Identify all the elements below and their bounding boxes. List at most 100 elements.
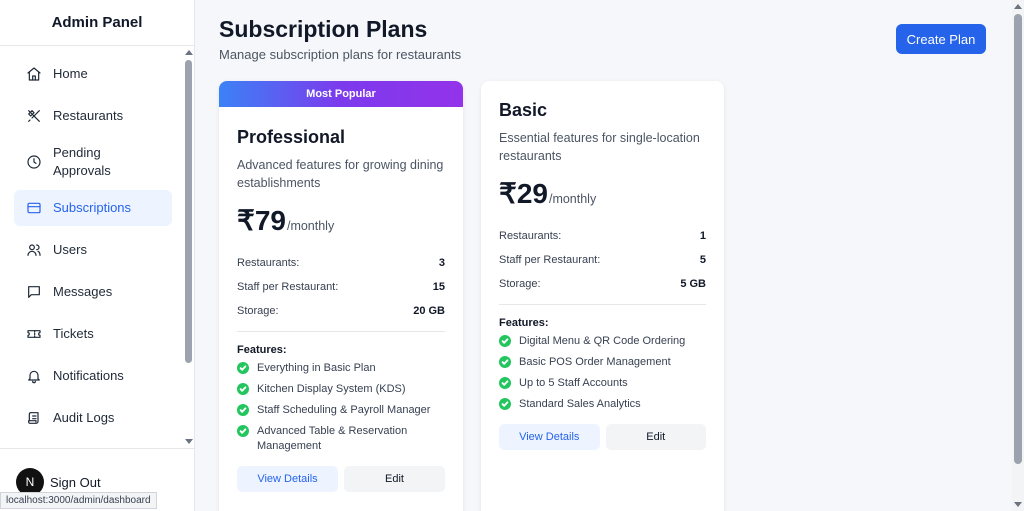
scroll-down-arrow-icon[interactable]: [185, 439, 193, 444]
feature-text: Digital Menu & QR Code Ordering: [519, 335, 686, 347]
page-scrollbar[interactable]: [1012, 0, 1024, 511]
plan-card-basic: Basic Essential features for single-loca…: [481, 81, 724, 511]
check-circle-icon: [237, 383, 249, 395]
feature-list: Everything in Basic Plan Kitchen Display…: [237, 361, 445, 454]
price-row: ₹79 /monthly: [237, 204, 445, 237]
most-popular-badge: Most Popular: [219, 81, 463, 107]
sign-out-label: Sign Out: [50, 474, 101, 490]
sidebar-item-users[interactable]: Users: [14, 232, 172, 268]
spec-label: Storage:: [237, 305, 279, 317]
utensils-icon: [25, 107, 43, 125]
bell-icon: [25, 367, 43, 385]
sidebar-item-messages[interactable]: Messages: [14, 274, 172, 310]
features-title: Features:: [499, 317, 549, 329]
sidebar-item-label: Home: [53, 66, 88, 81]
page-scroll-thumb[interactable]: [1014, 14, 1022, 464]
feature-text: Kitchen Display System (KDS): [257, 383, 406, 395]
spec-value: 5: [699, 254, 706, 266]
check-circle-icon: [499, 356, 511, 368]
feature-text: Staff Scheduling & Payroll Manager: [257, 404, 431, 416]
sidebar-item-label: Pending Approvals: [53, 145, 111, 178]
spec-label: Staff per Restaurant:: [499, 254, 601, 266]
scroll-down-arrow-icon[interactable]: [1014, 502, 1022, 507]
sidebar-item-home[interactable]: Home: [14, 56, 172, 92]
spec-value: 5 GB: [680, 278, 706, 290]
clock-icon: [25, 153, 43, 171]
plan-card-professional: Most Popular Professional Advanced featu…: [219, 81, 463, 511]
sidebar-nav: Home Restaurants Pending Approvals Subsc…: [14, 56, 172, 442]
sidebar-item-audit-logs[interactable]: Audit Logs: [14, 400, 172, 436]
spec-row: Storage: 5 GB: [499, 272, 706, 296]
feature-list: Digital Menu & QR Code Ordering Basic PO…: [499, 334, 706, 412]
plan-specs: Restaurants: 3 Staff per Restaurant: 15 …: [237, 251, 445, 323]
credit-card-icon: [25, 199, 43, 217]
spec-row: Restaurants: 3: [237, 251, 445, 275]
divider: [499, 304, 706, 305]
check-circle-icon: [499, 398, 511, 410]
sidebar-scrollbar[interactable]: [184, 48, 194, 446]
spec-value: 20 GB: [413, 305, 445, 317]
plan-period: /monthly: [548, 192, 597, 206]
plan-period: /monthly: [286, 219, 335, 233]
plan-name: Professional: [237, 127, 346, 147]
home-icon: [25, 65, 43, 83]
sidebar-item-subscriptions[interactable]: Subscriptions: [14, 190, 172, 226]
view-details-button[interactable]: View Details: [499, 424, 600, 450]
spec-row: Storage: 20 GB: [237, 299, 445, 323]
plan-description: Advanced features for growing dining est…: [237, 158, 444, 190]
main-content: Subscription Plans Manage subscription p…: [196, 0, 1012, 511]
plan-name: Basic: [499, 100, 548, 120]
spec-row: Restaurants: 1: [499, 224, 706, 248]
sidebar-item-label: Tickets: [53, 326, 94, 341]
divider: [237, 331, 445, 332]
sidebar-item-label: Messages: [53, 284, 113, 299]
spec-value: 3: [438, 257, 445, 269]
users-icon: [25, 241, 43, 259]
feature-item: Standard Sales Analytics: [499, 397, 706, 412]
feature-item: Everything in Basic Plan: [237, 361, 445, 376]
feature-text: Up to 5 Staff Accounts: [519, 377, 628, 389]
scroll-up-arrow-icon[interactable]: [185, 50, 193, 55]
card-actions: View Details Edit: [237, 466, 445, 492]
check-circle-icon: [237, 425, 249, 437]
ticket-icon: [25, 325, 43, 343]
check-circle-icon: [499, 377, 511, 389]
page-subtitle: Manage subscription plans for restaurant…: [219, 47, 462, 62]
view-details-button[interactable]: View Details: [237, 466, 338, 492]
sidebar-item-pending-approvals[interactable]: Pending Approvals: [14, 140, 172, 184]
check-circle-icon: [499, 335, 511, 347]
price-row: ₹29 /monthly: [499, 177, 706, 210]
sidebar-item-label: Restaurants: [53, 108, 124, 123]
spec-label: Restaurants:: [499, 230, 562, 242]
scroll-up-arrow-icon[interactable]: [1014, 4, 1022, 9]
features-title: Features:: [237, 344, 287, 356]
check-circle-icon: [237, 404, 249, 416]
feature-text: Basic POS Order Management: [519, 356, 671, 368]
sidebar-item-tickets[interactable]: Tickets: [14, 316, 172, 352]
feature-item: Staff Scheduling & Payroll Manager: [237, 403, 445, 418]
message-icon: [25, 283, 43, 301]
check-circle-icon: [237, 362, 249, 374]
plan-specs: Restaurants: 1 Staff per Restaurant: 5 S…: [499, 224, 706, 296]
edit-button[interactable]: Edit: [344, 466, 445, 492]
create-plan-button[interactable]: Create Plan: [896, 24, 986, 54]
sidebar-item-notifications[interactable]: Notifications: [14, 358, 172, 394]
edit-button[interactable]: Edit: [605, 424, 706, 450]
plan-price: ₹29: [499, 178, 548, 209]
page-title: Subscription Plans: [219, 16, 428, 42]
card-actions: View Details Edit: [499, 424, 706, 450]
sidebar-item-label: Notifications: [53, 368, 124, 383]
feature-item: Digital Menu & QR Code Ordering: [499, 334, 706, 349]
feature-item: Kitchen Display System (KDS): [237, 382, 445, 397]
feature-text: Everything in Basic Plan: [257, 362, 376, 374]
plan-description: Essential features for single-location r…: [499, 131, 700, 163]
feature-item: Advanced Table & Reservation Management: [237, 424, 445, 454]
sidebar-item-restaurants[interactable]: Restaurants: [14, 98, 172, 134]
spec-row: Staff per Restaurant: 5: [499, 248, 706, 272]
spec-row: Staff per Restaurant: 15: [237, 275, 445, 299]
plan-price: ₹79: [237, 205, 286, 236]
sidebar-scroll-thumb[interactable]: [185, 60, 192, 363]
feature-item: Basic POS Order Management: [499, 355, 706, 370]
feature-item: Up to 5 Staff Accounts: [499, 376, 706, 391]
spec-value: 15: [432, 281, 445, 293]
